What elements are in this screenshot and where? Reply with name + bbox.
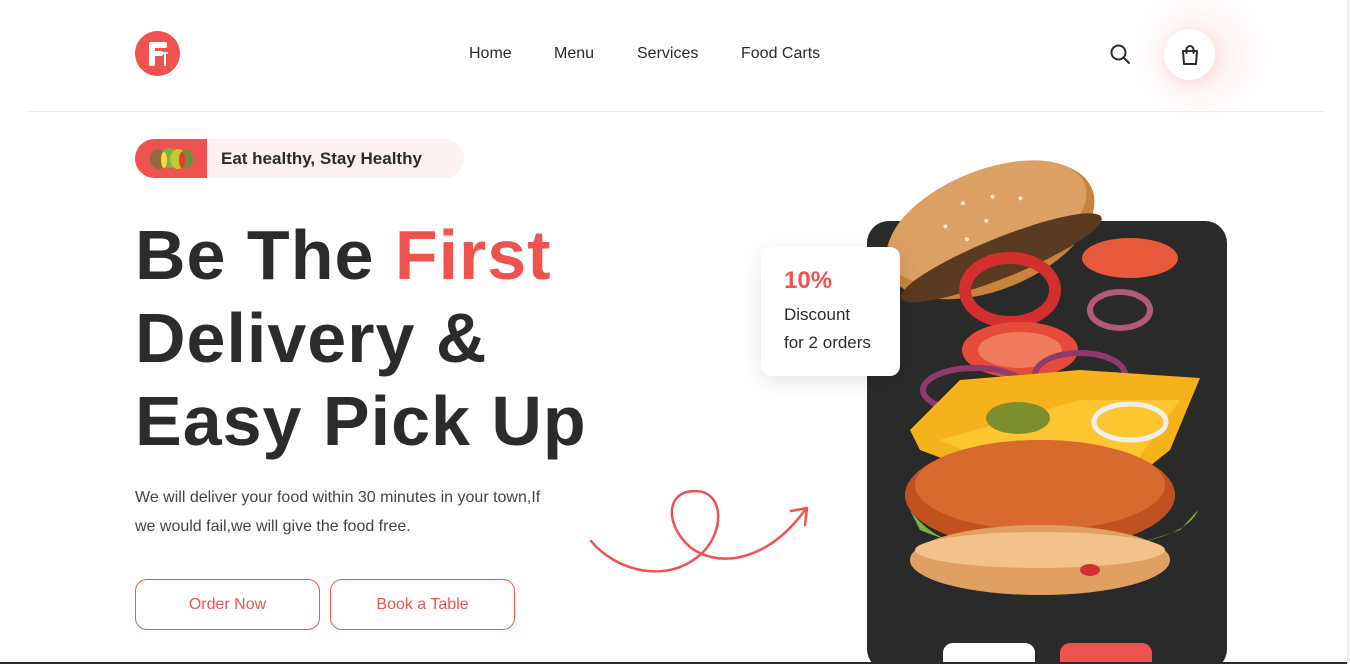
curly-arrow-decoration	[589, 489, 809, 573]
order-now-button[interactable]: Order Now	[135, 579, 320, 630]
nav-menu[interactable]: Menu	[554, 44, 594, 64]
slider-next-button[interactable]	[1060, 643, 1152, 664]
tagline-pill: Eat healthy, Stay Healthy	[135, 139, 464, 178]
veggies-image	[135, 139, 207, 178]
hero-title-line3: Easy Pick Up	[135, 382, 587, 460]
hero-description: We will deliver your food within 30 minu…	[135, 489, 541, 535]
logo-icon	[149, 42, 168, 66]
nav-services[interactable]: Services	[637, 44, 698, 64]
brand-logo[interactable]	[135, 31, 180, 76]
hero-title: Be The First Delivery & Easy Pick Up	[135, 214, 587, 463]
nav-home[interactable]: Home	[469, 44, 512, 64]
hero-title-line2: Delivery &	[135, 299, 488, 377]
shopping-bag-icon	[1181, 44, 1198, 65]
site-header: Home Menu Services Food Carts	[0, 0, 1350, 120]
discount-card: 10% Discount for 2 orders	[761, 247, 900, 376]
header-divider	[26, 111, 1324, 112]
book-table-button[interactable]: Book a Table	[330, 579, 515, 630]
discount-percent: 10%	[784, 267, 833, 294]
tagline-text: Eat healthy, Stay Healthy	[221, 149, 422, 168]
slider-prev-button[interactable]	[943, 643, 1035, 664]
discount-condition: for 2 orders	[784, 333, 871, 352]
hero-title-accent: First	[394, 216, 552, 294]
hero-title-part1: Be The	[135, 216, 395, 294]
cart-button[interactable]	[1164, 29, 1215, 80]
nav-food-carts[interactable]: Food Carts	[741, 44, 820, 64]
discount-label: Discount	[784, 305, 851, 324]
burger-image	[885, 160, 1200, 595]
